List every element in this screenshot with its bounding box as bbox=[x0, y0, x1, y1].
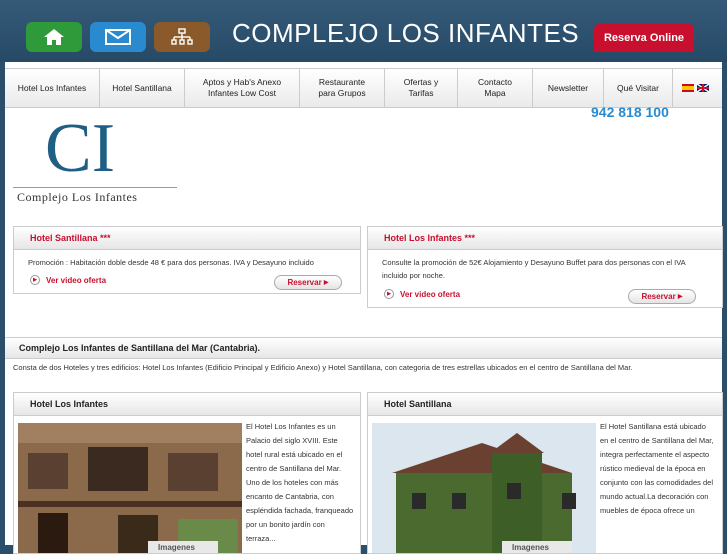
nav-newsletter[interactable]: Newsletter bbox=[533, 69, 604, 107]
mail-icon bbox=[105, 29, 131, 45]
image-caption: Imagenes bbox=[512, 543, 549, 552]
language-selector bbox=[673, 69, 717, 107]
nav-hotel-los-infantes[interactable]: Hotel Los Infantes bbox=[5, 69, 100, 107]
nav-hotel-santillana[interactable]: Hotel Santillana bbox=[100, 69, 185, 107]
promo-text: Consulte la promoción de 52€ Alojamiento… bbox=[382, 258, 686, 280]
spanish-flag-icon[interactable] bbox=[681, 84, 694, 92]
hotel-title: Hotel Santillana bbox=[368, 393, 722, 416]
nav-restaurante[interactable]: Restaurante para Grupos bbox=[300, 69, 385, 107]
site-title: COMPLEJO LOS INFANTES bbox=[232, 18, 580, 48]
logo-initials: CI bbox=[45, 110, 115, 187]
promo-title: Hotel Santillana *** bbox=[14, 227, 360, 250]
hotel-photo[interactable]: Imagenes bbox=[372, 423, 596, 553]
hotel-santillana-photo bbox=[372, 423, 596, 553]
hotel-photo[interactable]: Imagenes bbox=[18, 423, 242, 553]
nav-ofertas[interactable]: Ofertas y Tarifas bbox=[385, 69, 458, 107]
reservar-button[interactable]: Reservar ▶ bbox=[628, 289, 696, 304]
sitemap-button[interactable] bbox=[154, 22, 210, 52]
promo-box-santillana: Hotel Santillana *** Promoción : Habitac… bbox=[13, 226, 361, 294]
nav-aptos-anexo[interactable]: Aptos y Hab's Anexo Infantes Low Cost bbox=[185, 69, 300, 107]
top-bar: COMPLEJO LOS INFANTES Reserva Online bbox=[0, 0, 727, 62]
arrow-right-icon: ▶ bbox=[677, 294, 683, 300]
hotel-box-santillana: Hotel Santillana Imagenes El Hotel Santi… bbox=[367, 392, 723, 554]
reservar-button[interactable]: Reservar ▶ bbox=[274, 275, 342, 290]
nav-contacto[interactable]: Contacto Mapa bbox=[458, 69, 533, 107]
main-nav: Hotel Los Infantes Hotel Santillana Apto… bbox=[5, 68, 722, 108]
home-icon bbox=[44, 29, 64, 45]
mail-button[interactable] bbox=[90, 22, 146, 52]
page-content: Hotel Los Infantes Hotel Santillana Apto… bbox=[5, 62, 723, 554]
image-caption: Imagenes bbox=[158, 543, 195, 552]
promo-box-los-infantes: Hotel Los Infantes *** Consulte la promo… bbox=[367, 226, 723, 308]
hotel-text: El Hotel Santillana está ubicado en el c… bbox=[600, 422, 714, 515]
promo-title: Hotel Los Infantes *** bbox=[368, 227, 722, 250]
play-icon: ▶ bbox=[384, 289, 394, 299]
promo-text: Promoción : Habitación doble desde 48 € … bbox=[28, 258, 314, 267]
hotel-text: El Hotel Los Infantes es un Palacio del … bbox=[246, 422, 354, 543]
video-offer-link[interactable]: ▶ Ver video oferta bbox=[30, 275, 106, 285]
nav-que-visitar[interactable]: Qué Visitar bbox=[604, 69, 673, 107]
home-button[interactable] bbox=[26, 22, 82, 52]
main-heading: Complejo Los Infantes de Santillana del … bbox=[5, 337, 722, 359]
sitemap-icon bbox=[171, 28, 193, 45]
reserva-online-button[interactable]: Reserva Online bbox=[594, 24, 694, 52]
phone-number: 942 818 100 bbox=[591, 104, 669, 120]
hotel-title: Hotel Los Infantes bbox=[14, 393, 360, 416]
main-description: Consta de dos Hoteles y tres edificios: … bbox=[13, 363, 633, 372]
hotel-los-infantes-photo bbox=[18, 423, 242, 553]
arrow-right-icon: ▶ bbox=[323, 280, 329, 286]
logo-name: Complejo Los Infantes bbox=[17, 190, 138, 204]
logo[interactable]: CI Complejo Los Infantes bbox=[9, 114, 181, 206]
play-icon: ▶ bbox=[30, 275, 40, 285]
hotel-box-los-infantes: Hotel Los Infantes Imagenes El Hotel Los… bbox=[13, 392, 361, 554]
video-offer-link[interactable]: ▶ Ver video oferta bbox=[384, 289, 460, 299]
english-flag-icon[interactable] bbox=[696, 84, 709, 92]
